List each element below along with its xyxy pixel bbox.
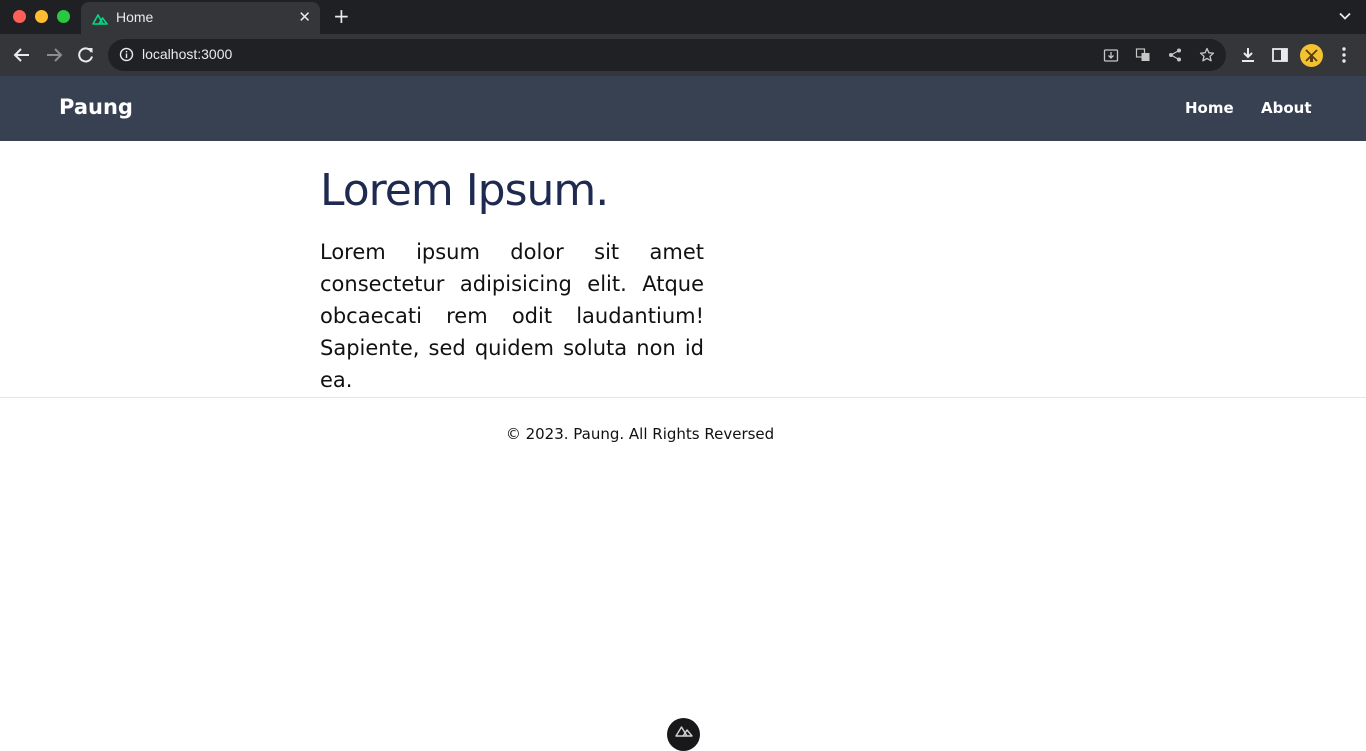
tab-close-icon[interactable]: ✕ [298,8,311,26]
footer-divider [0,397,1366,398]
install-app-icon[interactable] [1103,47,1119,63]
share-icon[interactable] [1167,47,1183,63]
reload-icon[interactable] [76,45,96,65]
window-minimize-button[interactable] [35,10,48,23]
main-content: Lorem Ipsum. Lorem ipsum dolor sit amet … [320,163,704,396]
translate-icon[interactable] [1135,47,1151,63]
window-maximize-button[interactable] [57,10,70,23]
back-arrow-icon[interactable] [12,45,32,65]
browser-toolbar: localhost:3000 [0,34,1366,76]
site-navbar: Paung Home About [0,76,1366,141]
forward-arrow-icon[interactable] [44,45,64,65]
browser-tab-strip: Home ✕ + [0,0,1366,34]
site-info-icon[interactable] [119,47,134,62]
site-brand-logo[interactable]: Paung [59,95,133,119]
downloads-icon[interactable] [1238,45,1258,65]
nav-link-home[interactable]: Home [1185,99,1234,117]
address-url[interactable]: localhost:3000 [142,46,232,62]
bookmark-star-icon[interactable] [1199,47,1215,63]
window-close-button[interactable] [13,10,26,23]
new-tab-button[interactable]: + [333,5,350,27]
tab-search-chevron-icon[interactable] [1338,9,1352,23]
nuxt-logo-icon [92,14,108,25]
kebab-menu-icon[interactable] [1334,45,1354,65]
page-title: Lorem Ipsum. [320,165,609,216]
profile-avatar[interactable] [1300,44,1323,67]
nuxt-devtools-button[interactable] [667,718,700,751]
address-bar[interactable]: localhost:3000 [108,39,1226,71]
tab-title: Home [116,9,154,25]
intro-paragraph: Lorem ipsum dolor sit amet consectetur a… [320,240,704,392]
nuxt-logo-icon [674,726,693,737]
side-panel-icon[interactable] [1270,45,1290,65]
footer-copyright: © 2023. Paung. All Rights Reversed [505,425,775,443]
nav-link-about[interactable]: About [1261,99,1312,117]
browser-tab-active[interactable]: Home ✕ [81,2,320,34]
windmill-icon [1305,49,1318,62]
